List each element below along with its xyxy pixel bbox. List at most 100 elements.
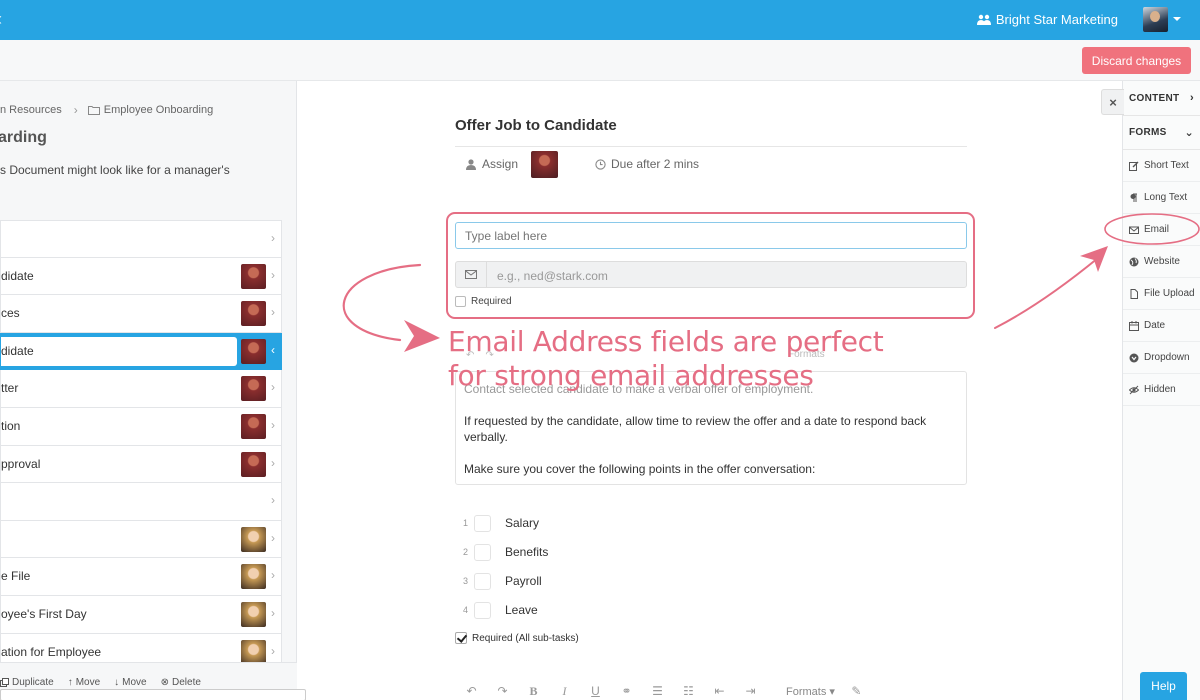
widget-file-upload[interactable]: File Upload — [1123, 278, 1200, 310]
subtask-checkbox[interactable] — [474, 543, 491, 561]
formats-dropdown[interactable]: Formats ▾ — [786, 685, 835, 698]
widget-website[interactable]: Website — [1123, 246, 1200, 278]
task-list: › didate › ces › didate ‹ tter › tion › pprov… — [0, 220, 282, 672]
outdent-icon[interactable]: ⇤ — [710, 684, 729, 698]
times-circle-icon: ⊗ — [160, 677, 169, 688]
bold-icon[interactable]: B — [524, 684, 543, 698]
chevron-right-icon: › — [271, 455, 275, 470]
subtask-label[interactable]: Benefits — [505, 545, 548, 559]
required-toggle[interactable]: Required — [455, 296, 512, 307]
move-up-button[interactable]: ↑ Move — [68, 677, 100, 688]
caret-down-icon[interactable] — [1173, 17, 1181, 21]
subtask-label[interactable]: Leave — [505, 603, 538, 617]
task-row[interactable]: didate › — [0, 257, 282, 296]
content-section-toggle[interactable]: CONTENT › — [1123, 82, 1200, 116]
subtask-row[interactable]: 3 Payroll — [463, 571, 542, 591]
breadcrumb-separator-icon: › — [73, 103, 78, 117]
assignee-avatar[interactable] — [531, 151, 558, 178]
underline-icon[interactable]: U — [586, 684, 605, 698]
paragraph-icon — [1130, 193, 1137, 202]
indent-icon[interactable]: ⇥ — [741, 684, 760, 698]
task-row[interactable]: pproval › — [0, 445, 282, 484]
users-icon — [976, 14, 991, 25]
magic-wand-icon[interactable]: ✎ — [847, 684, 866, 698]
chevron-right-icon: › — [271, 493, 275, 508]
task-row-active[interactable]: didate ‹ — [0, 332, 282, 371]
folder-icon — [87, 106, 100, 115]
widget-short-text[interactable]: Short Text — [1123, 150, 1200, 182]
annotation-line: Email Address fields are perfect — [448, 325, 884, 358]
globe-icon — [1129, 257, 1139, 266]
chevron-right-icon: › — [271, 530, 275, 545]
widget-label-input[interactable] — [455, 222, 967, 249]
redo-icon[interactable]: ↷ — [493, 684, 512, 698]
subtask-row[interactable]: 1 Salary — [463, 513, 539, 533]
subtask-checkbox[interactable] — [474, 572, 491, 590]
task-label: oyee's First Day — [1, 606, 87, 621]
org-switcher[interactable]: Bright Star Marketing — [976, 12, 1118, 28]
breadcrumb: n Resources › Employee Onboarding — [0, 103, 213, 117]
subtask-label[interactable]: Payroll — [505, 574, 542, 588]
subtask-row[interactable]: 4 Leave — [463, 600, 538, 620]
email-field[interactable]: e.g., ned@stark.com — [455, 261, 967, 288]
chevron-right-icon: › — [271, 605, 275, 620]
task-label: tion — [1, 418, 21, 433]
help-button[interactable]: Help — [1140, 672, 1187, 700]
widget-dropdown[interactable]: Dropdown — [1123, 342, 1200, 374]
chevron-right-icon: › — [1190, 92, 1194, 104]
chevron-right-icon: › — [271, 267, 275, 282]
task-label: tter — [1, 381, 19, 396]
italic-icon[interactable]: I — [555, 684, 574, 698]
required-subtasks-label: Required (All sub-tasks) — [472, 632, 579, 644]
user-avatar[interactable] — [1143, 7, 1168, 32]
task-row[interactable]: › — [0, 220, 282, 258]
duplicate-button[interactable]: Duplicate — [0, 677, 54, 688]
breadcrumb-item[interactable]: n Resources — [0, 104, 62, 116]
subtask-checkbox[interactable] — [474, 601, 491, 619]
required-subtasks-checkbox[interactable] — [455, 632, 467, 644]
widget-long-text[interactable]: Long Text — [1123, 182, 1200, 214]
delete-button[interactable]: ⊗ Delete — [161, 677, 201, 688]
back-icon[interactable]: ‹ — [0, 9, 2, 29]
description-text: Make sure you cover the following points… — [464, 462, 816, 476]
org-name: Bright Star Marketing — [995, 12, 1118, 27]
chevron-down-icon: ⌄ — [1184, 127, 1194, 139]
template-title: arding — [0, 129, 47, 146]
task-row[interactable]: › — [0, 483, 282, 521]
assignee-avatar — [241, 564, 266, 590]
task-label: ces — [1, 306, 20, 321]
bullet-list-icon[interactable]: ☰ — [648, 684, 667, 698]
task-title[interactable]: Offer Job to Candidate — [455, 117, 617, 134]
task-row[interactable]: tter › — [0, 370, 282, 408]
required-subtasks-toggle[interactable]: Required (All sub-tasks) — [455, 632, 579, 644]
task-row[interactable]: ces › — [0, 295, 282, 333]
discard-changes-button[interactable]: Discard changes — [1082, 47, 1191, 74]
link-icon[interactable]: ⚭ — [617, 684, 636, 698]
subtask-checkbox[interactable] — [474, 514, 491, 532]
required-checkbox[interactable] — [455, 296, 466, 307]
task-list-footer: Duplicate ↑ Move ↓ Move ⊗ Delete — [0, 662, 306, 700]
widget-email[interactable]: Email — [1123, 214, 1200, 246]
move-down-button[interactable]: ↓ Move — [114, 677, 146, 688]
widget-hidden[interactable]: Hidden — [1123, 374, 1200, 406]
bulk-actions: Duplicate ↑ Move ↓ Move ⊗ Delete — [0, 677, 201, 688]
assign-button[interactable]: Assign — [466, 157, 518, 171]
numbered-list-icon[interactable]: ☷ — [679, 684, 698, 698]
subtask-row[interactable]: 2 Benefits — [463, 542, 548, 562]
task-row[interactable]: oyee's First Day › — [0, 595, 282, 634]
subtask-label[interactable]: Salary — [505, 516, 539, 530]
task-row-highlight — [1, 336, 237, 366]
task-row[interactable]: e File › — [0, 558, 282, 596]
copy-icon — [0, 678, 9, 687]
close-panel-button[interactable]: × — [1101, 89, 1124, 115]
forms-section-toggle[interactable]: FORMS ⌄ — [1123, 116, 1200, 150]
action-bar — [0, 40, 1200, 81]
task-row[interactable]: tion › — [0, 407, 282, 446]
breadcrumb-item[interactable]: Employee Onboarding — [104, 104, 213, 116]
horizontal-scrollbar[interactable] — [0, 689, 306, 700]
task-row[interactable]: › — [0, 520, 282, 559]
undo-icon[interactable]: ↶ — [462, 684, 481, 698]
widget-date[interactable]: Date — [1123, 310, 1200, 342]
due-date-button[interactable]: Due after 2 mins — [595, 157, 699, 171]
chevron-right-icon: › — [271, 380, 275, 395]
